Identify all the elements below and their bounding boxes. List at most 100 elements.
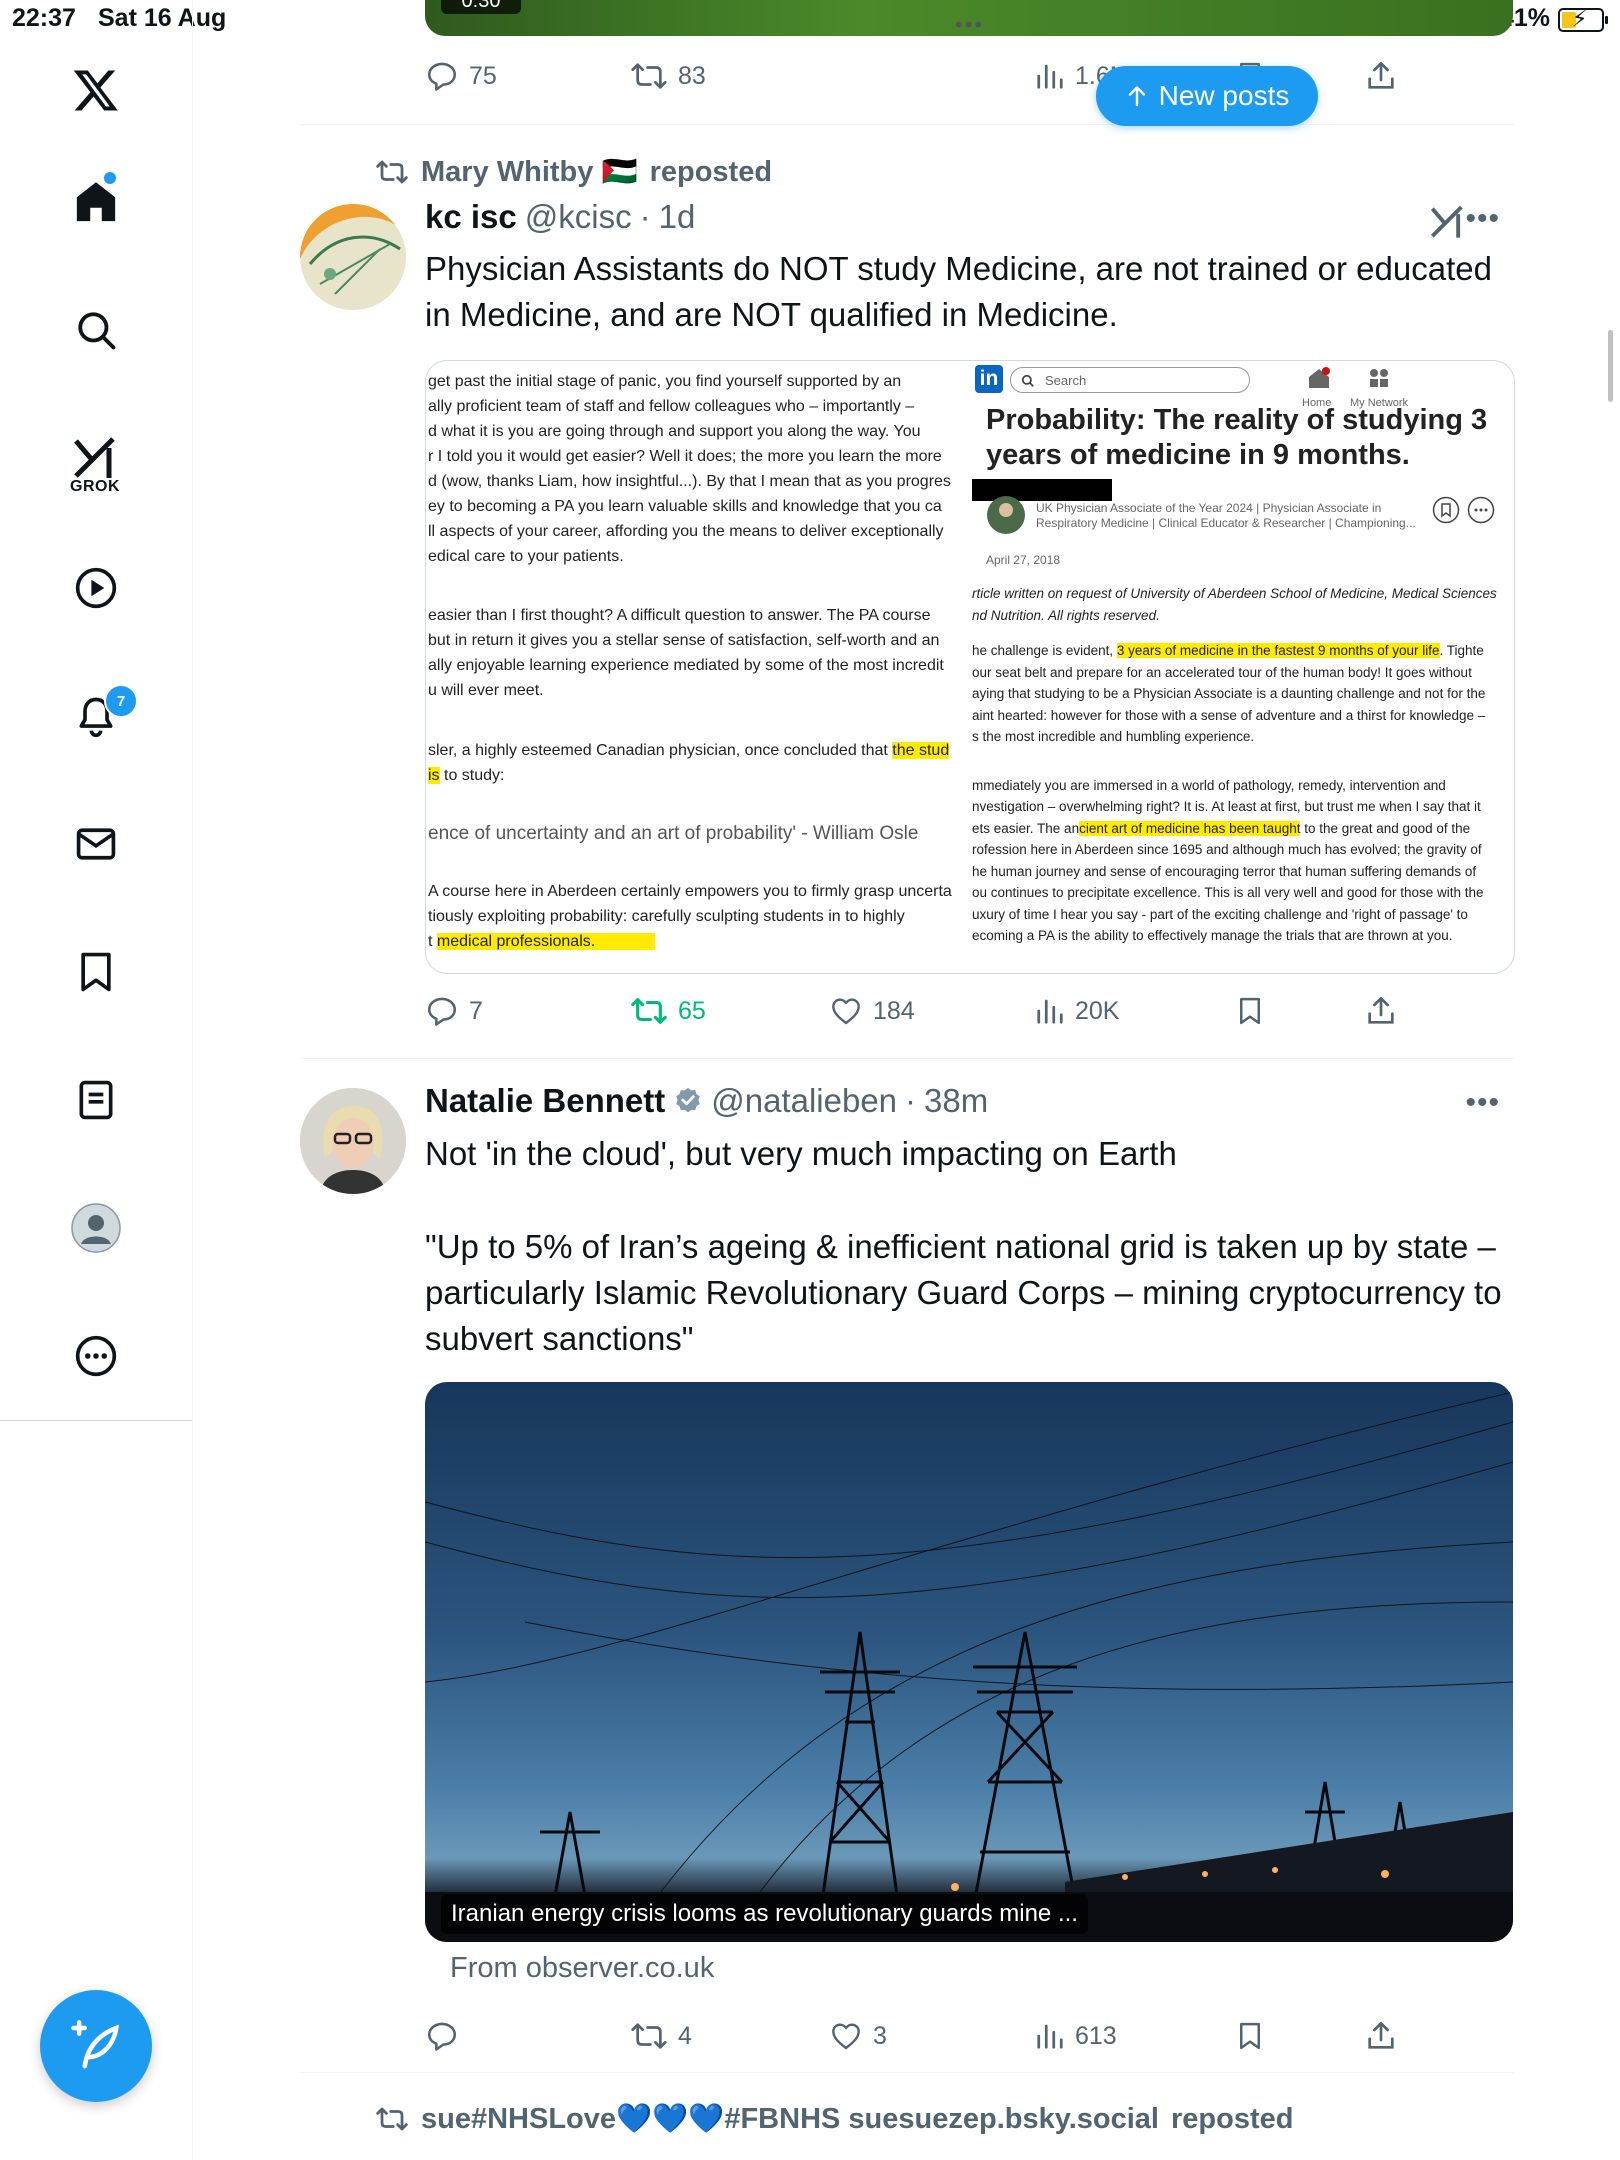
video-thumbnail[interactable]: 0:30 •••	[425, 0, 1513, 37]
share-button[interactable]	[1365, 52, 1397, 100]
repost-icon	[376, 160, 408, 184]
doc-line: but in return it gives you a stellar sen…	[428, 632, 940, 649]
home-icon	[1309, 367, 1330, 388]
avatar[interactable]	[300, 1088, 406, 1194]
bookmarks-icon[interactable]	[56, 932, 136, 1012]
reply-button[interactable]	[425, 2012, 469, 2060]
author-name[interactable]: kc isc	[425, 198, 517, 236]
video-icon[interactable]	[56, 548, 136, 628]
bookmark-button[interactable]	[1235, 987, 1265, 1035]
timeline: 0:30 ••• 75 83 1.6M Mary Whitby 🇵🇸 repos…	[300, 0, 1515, 2160]
doc-line: mmediately you are immersed in a world o…	[972, 777, 1446, 793]
doc-line: t medical professionals.	[428, 929, 952, 954]
x-logo-icon[interactable]	[56, 50, 136, 130]
views-button[interactable]: 613	[1035, 2012, 1117, 2060]
views-count: 613	[1075, 2021, 1117, 2050]
avatar[interactable]	[300, 204, 406, 310]
doc-line: nvestigation – overwhelming right? It is…	[972, 799, 1481, 814]
messages-icon[interactable]	[56, 804, 136, 884]
repost-count: 83	[678, 61, 706, 90]
doc-line: tiously exploiting probability: carefull…	[428, 908, 905, 925]
link-card-image[interactable]: Iranian energy crisis looms as revolutio…	[425, 1382, 1513, 1942]
share-button[interactable]	[1365, 987, 1397, 1035]
reply-count: 7	[469, 996, 483, 1025]
arrow-up-icon	[1128, 86, 1145, 107]
doc-line: nd Nutrition. All rights reserved.	[972, 607, 1160, 623]
reply-count: 75	[469, 61, 497, 90]
views-icon	[1037, 2024, 1063, 2049]
repost-icon	[376, 2107, 408, 2131]
doc-line: our seat belt and prepare for an acceler…	[972, 664, 1472, 680]
more-options-icon[interactable]: •••	[1465, 1086, 1500, 1120]
more-options-icon[interactable]	[56, 1316, 136, 1396]
tweet-image[interactable]: get past the initial stage of panic, you…	[425, 360, 1515, 974]
lists-icon[interactable]	[56, 1060, 136, 1140]
repost-button[interactable]: 4	[630, 2012, 692, 2060]
author-name[interactable]: Natalie Bennett	[425, 1082, 665, 1120]
doc-line: uxury of time I hear you say - part of t…	[972, 906, 1468, 922]
share-button[interactable]	[1365, 2012, 1397, 2060]
tweet-divider	[300, 2072, 1514, 2073]
save-icon	[1432, 496, 1460, 524]
reposted-by-name[interactable]: Mary Whitby 🇵🇸	[421, 155, 638, 189]
views-count: 20K	[1075, 996, 1120, 1025]
image-document-left: get past the initial stage of panic, you…	[426, 361, 972, 973]
doc-line: ey to becoming a PA you learn valuable s…	[428, 498, 942, 515]
share-icon	[1368, 997, 1394, 1024]
doc-line: r I told you it would get easier? Well i…	[428, 448, 942, 465]
compose-post-button[interactable]	[40, 1990, 152, 2102]
profile-avatar-icon[interactable]	[56, 1188, 136, 1268]
scrollbar-thumb[interactable]	[1608, 330, 1613, 402]
post-time[interactable]: 38m	[924, 1082, 988, 1120]
reply-button[interactable]: 7	[425, 987, 483, 1035]
doc-line: is to study:	[428, 767, 505, 784]
like-count: 3	[873, 2021, 887, 2050]
grok-label: GROK	[70, 478, 120, 495]
post-time[interactable]: 1d	[659, 198, 696, 236]
grok-explain-icon[interactable]	[1430, 204, 1466, 245]
doc-line: sler, a highly esteemed Canadian physici…	[428, 742, 950, 759]
home-icon[interactable]	[56, 162, 136, 242]
tweet-text-quote: "Up to 5% of Iran’s ageing & inefficient…	[425, 1228, 1502, 1357]
views-icon	[1037, 64, 1063, 89]
like-button[interactable]: 184	[829, 987, 915, 1035]
new-posts-button[interactable]: New posts	[1096, 66, 1318, 126]
doc-line: d what it is you are going through and s…	[428, 423, 921, 440]
repost-button[interactable]: 83	[630, 52, 706, 100]
author-handle[interactable]: @kcisc	[525, 198, 632, 236]
tweet-actions: 7 65 184 20K	[425, 987, 1425, 1035]
reply-icon	[427, 2022, 457, 2051]
doc-line: ets easier. The ancient art of medicine …	[972, 820, 1471, 836]
doc-line: he challenge is evident, 3 years of medi…	[972, 643, 1484, 658]
more-icon	[1467, 496, 1495, 524]
reposted-by-name[interactable]: sue#NHSLove💙💙💙#FBNHS suesuezep.bsky.soci…	[421, 2102, 1159, 2136]
repost-button[interactable]: 65	[630, 987, 706, 1035]
search-icon[interactable]	[56, 290, 136, 370]
reply-button[interactable]: 75	[425, 52, 497, 100]
heart-icon	[832, 2023, 860, 2050]
doc-line: aint hearted: however for those with a s…	[972, 707, 1486, 723]
author-photo	[987, 496, 1025, 534]
linkedin-logo-icon: in	[975, 365, 1003, 393]
doc-line: ou continues to precipitate excellence. …	[972, 885, 1484, 900]
doc-line: ecoming a PA is the ability to effective…	[972, 928, 1453, 943]
image-document-right: in Search Home My Network Probability: T…	[972, 361, 1514, 973]
author-handle[interactable]: @natalieben	[711, 1082, 897, 1120]
views-icon	[1037, 999, 1063, 1024]
doc-line: easier than I first thought? A difficult…	[428, 607, 931, 624]
bookmark-button[interactable]	[1235, 2012, 1265, 2060]
views-button[interactable]: 20K	[1035, 987, 1119, 1035]
tweet-actions: 4 3 613	[425, 2012, 1425, 2060]
link-card-caption: Iranian energy crisis looms as revolutio…	[441, 1894, 1088, 1934]
like-button[interactable]: 3	[829, 2012, 887, 2060]
doc-line: rticle written on request of University …	[972, 586, 1497, 601]
tweet-text: Physician Assistants do NOT study Medici…	[425, 250, 1492, 333]
doc-quote: ence of uncertainty and an art of probab…	[428, 823, 919, 844]
doc-line: rofession here in Aberdeen since 1695 an…	[972, 842, 1482, 857]
more-options-icon[interactable]: •••	[1465, 202, 1500, 236]
notifications-icon[interactable]: 7	[56, 676, 138, 756]
link-card-source[interactable]: From observer.co.uk	[450, 1952, 714, 1985]
repost-indicator: Mary Whitby 🇵🇸 reposted	[375, 155, 772, 189]
video-handle-dots: •••	[955, 12, 985, 37]
tweet-header: Natalie Bennett @natalieben · 38m	[425, 1082, 988, 1120]
